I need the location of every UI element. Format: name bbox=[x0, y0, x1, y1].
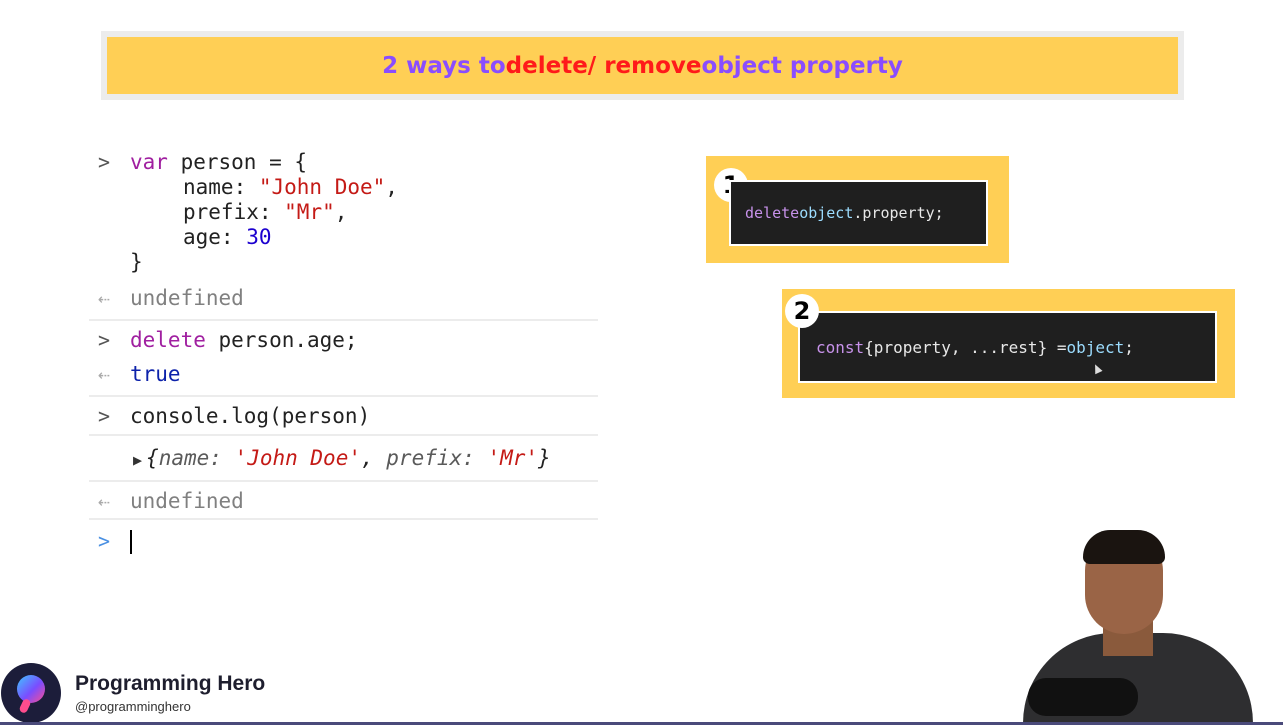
brand-handle: @programminghero bbox=[75, 698, 191, 714]
code-line: age: 30 bbox=[183, 225, 272, 249]
code-snippet-2: const {property, ...rest} = object; bbox=[798, 311, 1217, 383]
code-snippet-1: delete object .property; bbox=[729, 180, 988, 246]
prompt-icon: > bbox=[98, 150, 111, 174]
code-line: name: "John Doe", bbox=[183, 175, 398, 199]
console-result-row: ⇠ true bbox=[89, 359, 598, 397]
step-number-badge: 2 bbox=[785, 294, 819, 328]
console-log-output: ▶ {name: 'John Doe', prefix: 'Mr'} bbox=[89, 436, 598, 482]
brand-name: Programming Hero bbox=[75, 671, 266, 695]
banner-text-part3: object property bbox=[701, 52, 903, 79]
code-line: } bbox=[130, 250, 143, 274]
method-card-1: 1 delete object.property; bbox=[706, 156, 1009, 263]
programming-hero-logo-icon bbox=[1, 662, 61, 723]
result-arrow-icon: ⇠ bbox=[98, 362, 111, 386]
console-input-delete: > delete person.age; bbox=[89, 321, 598, 359]
console-result-row: ⇠ undefined bbox=[89, 482, 598, 520]
banner-text-part1: 2 ways to bbox=[382, 52, 506, 79]
code-line: prefix: "Mr", bbox=[183, 200, 348, 224]
brand-footer: Programming Hero @programminghero bbox=[0, 660, 265, 725]
console-input-log: > console.log(person) bbox=[89, 397, 598, 436]
title-banner: 2 ways to delete/ remove object property bbox=[107, 37, 1178, 94]
devtools-console: > var person = { name: "John Doe", prefi… bbox=[89, 150, 598, 562]
expand-triangle-icon[interactable]: ▶ bbox=[133, 451, 142, 469]
code-line: var person = { bbox=[130, 150, 308, 174]
console-input-object-definition: > var person = { name: "John Doe", prefi… bbox=[89, 150, 598, 281]
method-card-2: const {property, ...rest} = object; 2 bbox=[782, 289, 1235, 398]
presenter-webcam bbox=[1003, 528, 1283, 725]
title-banner-frame: 2 ways to delete/ remove object property bbox=[101, 31, 1184, 100]
result-arrow-icon: ⇠ bbox=[98, 489, 111, 513]
text-caret bbox=[130, 530, 132, 554]
prompt-icon: > bbox=[98, 529, 111, 553]
prompt-icon: > bbox=[98, 404, 111, 428]
banner-text-part2: delete/ remove bbox=[505, 52, 702, 79]
console-input-active[interactable]: > bbox=[89, 520, 598, 562]
microphone-icon bbox=[1028, 678, 1138, 716]
result-arrow-icon: ⇠ bbox=[98, 286, 111, 310]
prompt-icon: > bbox=[98, 328, 111, 352]
console-result-row: ⇠ undefined bbox=[89, 281, 598, 321]
